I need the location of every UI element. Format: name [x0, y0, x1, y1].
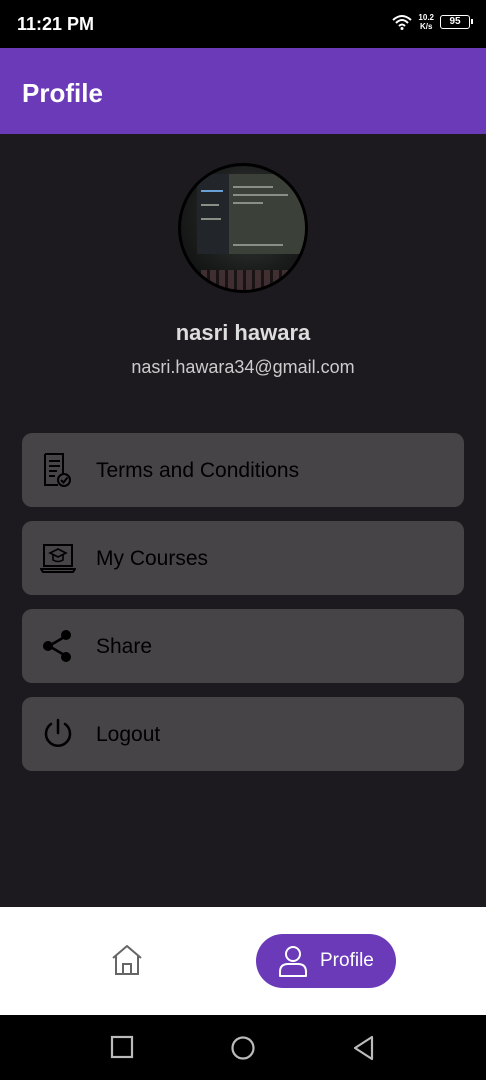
- share-icon: [43, 630, 71, 662]
- user-icon: [279, 946, 307, 977]
- bottom-nav: Profile: [0, 907, 486, 1015]
- home-button-icon[interactable]: [230, 1035, 256, 1061]
- app-bar: Profile: [0, 48, 486, 134]
- menu-item-label: Share: [96, 635, 153, 658]
- nav-profile-button[interactable]: Profile: [256, 934, 396, 988]
- user-email: nasri.hawara34@gmail.com: [131, 357, 355, 377]
- avatar-photo-screen: [197, 174, 305, 254]
- avatar[interactable]: [178, 163, 308, 293]
- power-icon: [44, 718, 72, 747]
- document-check-icon: [44, 453, 71, 487]
- laptop-graduation-icon: [40, 544, 76, 573]
- page-title: Profile: [22, 78, 103, 108]
- status-time: 11:21 PM: [17, 14, 95, 34]
- wifi-icon: [392, 15, 413, 30]
- menu-item-terms[interactable]: Terms and Conditions: [22, 433, 464, 507]
- menu-item-my-courses[interactable]: My Courses: [22, 521, 464, 595]
- network-speed-unit: K/s: [419, 22, 433, 31]
- network-speed: 10.2 K/s: [418, 13, 434, 31]
- back-icon[interactable]: [352, 1035, 376, 1061]
- battery-indicator: 95: [440, 15, 473, 29]
- menu-item-label: My Courses: [96, 547, 209, 570]
- menu-item-logout[interactable]: Logout: [22, 697, 464, 771]
- nav-profile-label: Profile: [320, 950, 374, 971]
- system-nav-bar: [0, 1015, 486, 1080]
- recents-icon[interactable]: [110, 1035, 134, 1059]
- menu-item-label: Terms and Conditions: [96, 459, 300, 482]
- user-name: nasri hawara: [175, 320, 311, 345]
- avatar-photo-keyboard: [201, 270, 291, 290]
- home-icon[interactable]: [110, 943, 144, 977]
- network-speed-value: 10.2: [418, 13, 434, 22]
- menu-item-share[interactable]: Share: [22, 609, 464, 683]
- status-bar: 11:21 PM 10.2 K/s 95: [0, 0, 486, 48]
- status-indicators: 10.2 K/s 95: [392, 13, 473, 31]
- menu-item-label: Logout: [96, 723, 161, 746]
